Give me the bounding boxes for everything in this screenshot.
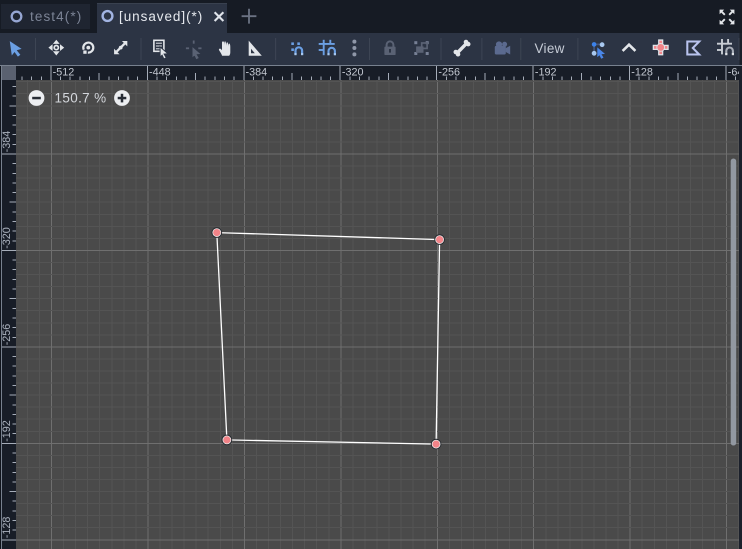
svg-text:-256: -256 bbox=[438, 66, 460, 78]
svg-text:150.7 %: 150.7 % bbox=[55, 91, 107, 106]
svg-text:-192: -192 bbox=[535, 66, 557, 78]
svg-text:-384: -384 bbox=[1, 131, 13, 153]
svg-text:-512: -512 bbox=[53, 66, 75, 78]
svg-text:-128: -128 bbox=[631, 66, 653, 78]
svg-text:-320: -320 bbox=[1, 227, 13, 249]
svg-text:-192: -192 bbox=[1, 420, 13, 442]
svg-text:-256: -256 bbox=[1, 324, 13, 346]
svg-text:-320: -320 bbox=[342, 66, 364, 78]
svg-text:-128: -128 bbox=[1, 517, 13, 539]
svg-text:-448: -448 bbox=[149, 66, 171, 78]
svg-text:-384: -384 bbox=[246, 66, 268, 78]
